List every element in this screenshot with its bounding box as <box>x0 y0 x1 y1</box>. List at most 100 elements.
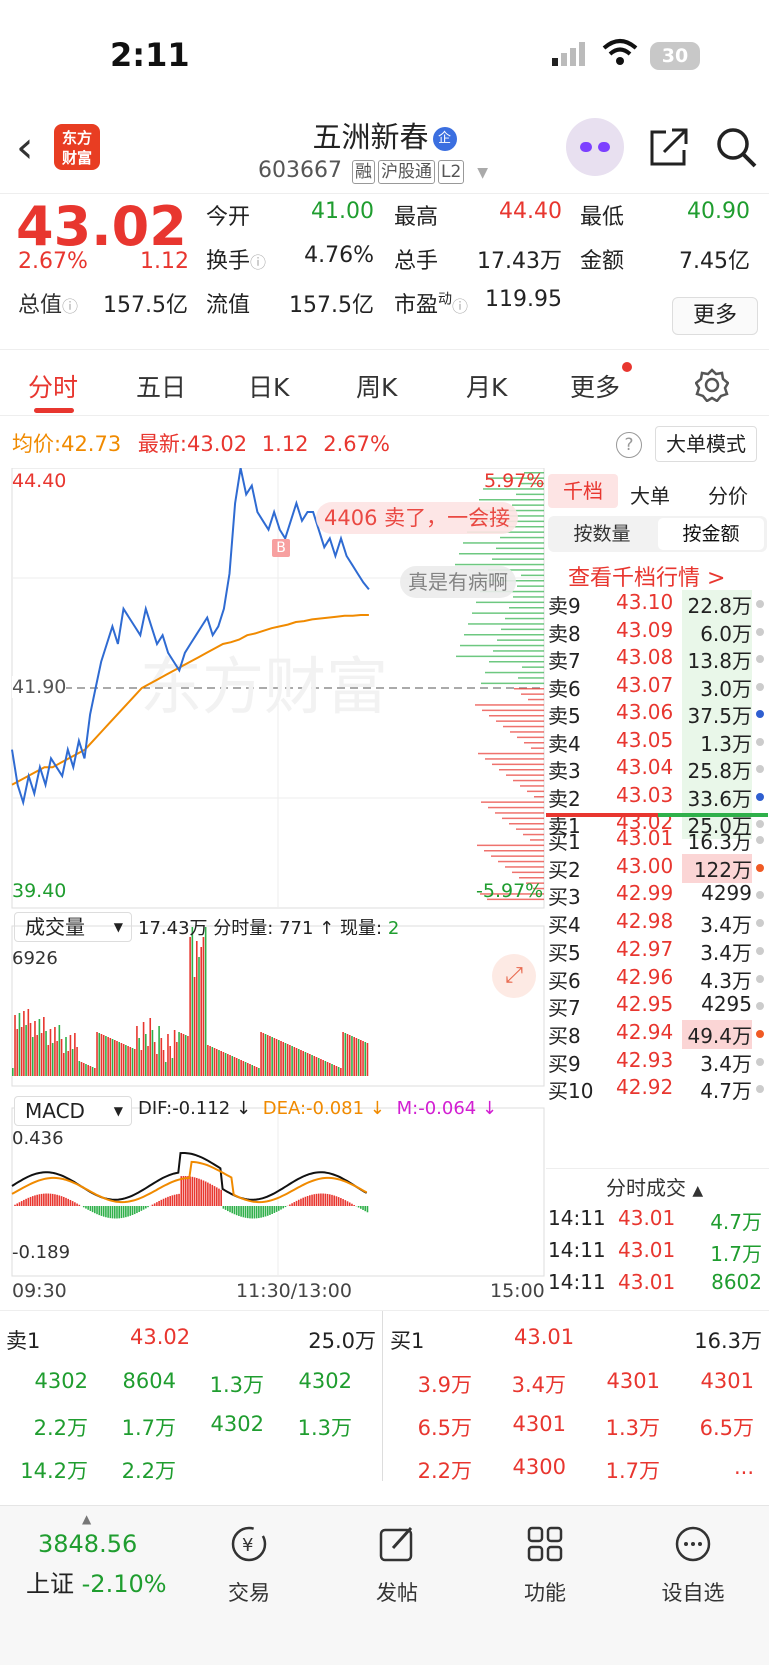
more-quote-button[interactable]: 更多 <box>672 297 758 335</box>
volume-bar <box>36 1035 38 1076</box>
intraday-chart[interactable]: 东方财富 44.40 41.90 39.40 5.97% -5.97% B 44… <box>0 467 545 1308</box>
bid-row: 买5 42.97 3.4万 <box>546 937 769 966</box>
wifi-icon <box>602 39 638 65</box>
bid-volume: 4299 <box>701 881 752 906</box>
time-label-close: 15:00 <box>490 1280 545 1302</box>
sell-queue-cell: 2.2万 <box>121 1459 176 1483</box>
depth-bar <box>499 769 544 771</box>
macd-bar <box>153 1203 156 1206</box>
macd-bar <box>23 1199 25 1206</box>
buy-queue-cell: 4300 <box>512 1455 566 1479</box>
volume-bar <box>111 1039 114 1076</box>
ask-level: 卖3 <box>548 759 581 783</box>
volume-bar <box>27 1009 30 1076</box>
index-value[interactable]: 3848.56 <box>38 1530 137 1558</box>
signal-icon <box>552 42 585 66</box>
macd-bar <box>322 1193 324 1206</box>
tick-time: 14:11 <box>548 1206 606 1230</box>
help-icon[interactable]: ? <box>616 432 642 458</box>
volume-bar <box>309 1054 311 1076</box>
tab-weekly[interactable]: 周K <box>356 368 397 404</box>
volume-bar <box>304 1052 307 1076</box>
nav-add-watchlist[interactable]: 设自选 <box>638 1516 748 1607</box>
macd-bar <box>204 1181 207 1206</box>
index-summary[interactable]: 上证 -2.10% <box>26 1564 167 1599</box>
macd-bar <box>65 1197 67 1206</box>
share-icon[interactable] <box>648 126 690 168</box>
bid-volume: 3.4万 <box>700 940 752 965</box>
ask-price: 43.06 <box>616 700 674 724</box>
volume-bar <box>40 1033 43 1076</box>
assistant-avatar[interactable] <box>566 118 624 176</box>
depth-bar <box>514 688 544 690</box>
volume-bar <box>202 937 205 1076</box>
ask-row: 卖6 43.07 3.0万 <box>546 672 769 702</box>
comment-bubble-2[interactable]: 真是有病啊 <box>400 566 516 598</box>
volume-bar <box>337 1067 340 1076</box>
volume-bar <box>49 1029 52 1076</box>
macd-bar <box>96 1206 98 1215</box>
bid-level: 买9 <box>548 1051 581 1076</box>
ask-price: 43.09 <box>616 617 674 642</box>
volume-bar <box>133 1049 136 1076</box>
tab-daily[interactable]: 日K <box>248 368 289 404</box>
macd-bar <box>142 1206 145 1210</box>
volume-bar <box>142 1022 145 1076</box>
tab-monthly[interactable]: 月K <box>466 368 507 404</box>
tick-volume: 8602 <box>711 1270 762 1294</box>
search-icon[interactable] <box>715 126 759 170</box>
subtab-by-quantity[interactable]: 按数量 <box>548 516 656 552</box>
macd-bar <box>25 1198 27 1206</box>
chevron-up-icon[interactable]: ▲ <box>82 1512 91 1526</box>
comment-bubble-1[interactable]: 4406 卖了，一会接 <box>316 502 519 534</box>
macd-bar <box>87 1206 89 1210</box>
volume-bar <box>306 1053 309 1076</box>
depth-bar <box>463 542 544 544</box>
macd-bar <box>45 1193 47 1206</box>
macd-bar <box>51 1193 54 1206</box>
volume-bar <box>293 1047 296 1076</box>
open-label: 今开 <box>206 205 251 230</box>
big-order-mode-button[interactable]: 大单模式 <box>655 426 757 462</box>
settings-gear-icon[interactable] <box>695 368 729 402</box>
macd-bar <box>27 1197 30 1206</box>
volume-bar <box>355 1038 358 1076</box>
volume-bar <box>366 1043 369 1076</box>
bid-row: 买3 42.99 4299 <box>546 881 769 910</box>
tab-thousand-level[interactable]: 千档 <box>548 474 618 508</box>
tab-intraday[interactable]: 分时 <box>28 368 78 404</box>
tab-big-order[interactable]: 大单 <box>630 480 670 509</box>
buy-marker[interactable]: B <box>272 539 290 557</box>
view-depth-link[interactable]: 查看千档行情 > <box>568 560 725 592</box>
macd-bar <box>235 1206 238 1216</box>
high-label: 最高 <box>394 205 439 230</box>
volume-bar <box>58 1025 61 1076</box>
chevron-down-icon[interactable]: ▼ <box>477 165 488 181</box>
macd-indicator-select[interactable]: MACD ▼ <box>14 1096 132 1126</box>
volume-bar <box>313 1056 316 1076</box>
total-value: 157.5亿 <box>103 293 188 318</box>
tick-trades-title[interactable]: 分时成交 ▲ <box>606 1172 703 1201</box>
macd-bar <box>40 1193 43 1206</box>
nav-functions[interactable]: 功能 <box>490 1516 600 1607</box>
nav-post[interactable]: 发帖 <box>342 1516 452 1607</box>
tab-five-day[interactable]: 五日 <box>136 368 186 404</box>
tab-more[interactable]: 更多 <box>570 362 633 404</box>
macd-bar <box>131 1206 134 1216</box>
volume-indicator-select[interactable]: 成交量 ▼ <box>14 912 132 942</box>
bid-price: 42.97 <box>616 936 674 961</box>
subtab-by-amount[interactable]: 按金额 <box>658 518 764 550</box>
volume-bar <box>120 1043 123 1076</box>
macd-bar <box>109 1206 112 1219</box>
depth-bar <box>495 812 544 814</box>
tab-price-dist[interactable]: 分价 <box>708 480 748 509</box>
nav-trade[interactable]: ¥ 交易 <box>194 1516 304 1607</box>
volume-bar <box>364 1042 367 1076</box>
stock-code-line[interactable]: 603667 融沪股通 L2 ▼ <box>258 158 488 184</box>
macd-bar <box>160 1199 163 1206</box>
bid-row: 买2 43.00 122万 <box>546 853 769 883</box>
tick-row: 14:11 43.01 1.7万 <box>546 1238 769 1267</box>
macd-bar <box>47 1193 50 1206</box>
expand-icon[interactable]: ⤢ <box>492 954 536 998</box>
macd-bar <box>293 1202 296 1206</box>
